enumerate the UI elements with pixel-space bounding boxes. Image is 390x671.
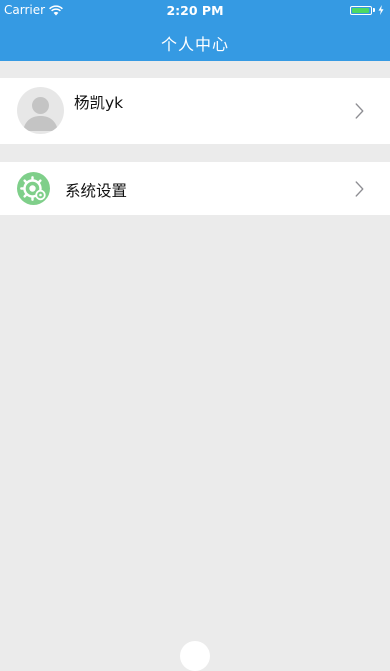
app-header: Carrier 2:20 PM 个人中心 (0, 0, 390, 61)
charging-bolt-icon (378, 5, 384, 15)
profile-row[interactable]: 杨凯yk (0, 78, 390, 144)
battery-icon (350, 5, 372, 15)
chevron-right-icon (355, 103, 364, 119)
gear-icon (17, 172, 50, 205)
battery-tip (373, 8, 375, 12)
status-bar: Carrier 2:20 PM (0, 0, 390, 20)
chevron-right-icon (355, 181, 364, 197)
system-settings-label: 系统设置 (65, 182, 128, 200)
system-settings-row[interactable]: 系统设置 (0, 162, 390, 215)
status-time: 2:20 PM (166, 3, 224, 18)
page-title: 个人中心 (160, 35, 229, 54)
home-button[interactable] (180, 641, 210, 671)
username: 杨凯yk (74, 94, 124, 112)
battery-indicator (350, 5, 384, 15)
battery-fill (352, 7, 369, 13)
default-avatar-icon (17, 87, 64, 134)
